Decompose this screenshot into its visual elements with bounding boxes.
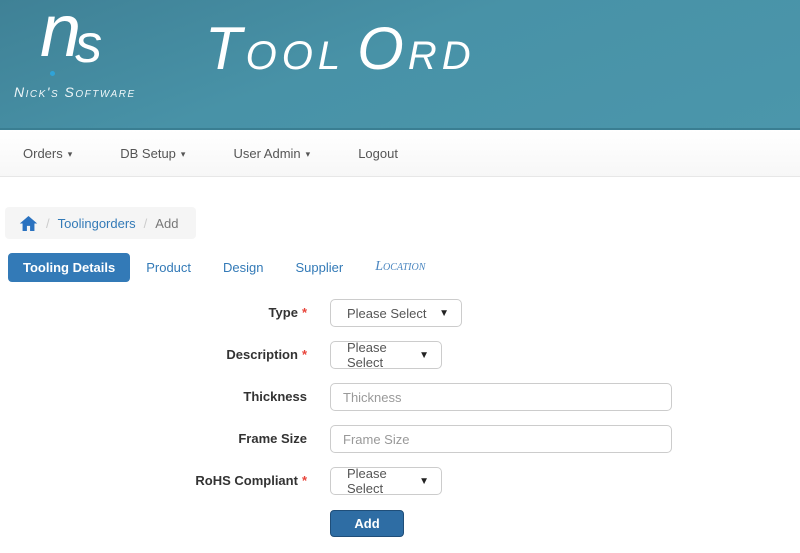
rohs-label-text: RoHS Compliant bbox=[195, 473, 298, 488]
breadcrumb-link-toolingorders[interactable]: Toolingorders bbox=[58, 216, 136, 231]
type-label-text: Type bbox=[268, 305, 298, 320]
breadcrumb-separator: / bbox=[46, 215, 50, 231]
type-select-value: Please Select bbox=[347, 305, 427, 321]
logo-monogram: ns bbox=[40, 0, 108, 74]
logo: ns Nick's Software bbox=[14, 0, 194, 110]
app-title-part: ool bbox=[245, 34, 346, 78]
tab-product[interactable]: Product bbox=[130, 253, 207, 282]
form-row-frame-size: Frame Size bbox=[5, 425, 800, 453]
app-header: ns Nick's Software Tool Ord bbox=[0, 0, 800, 130]
required-marker: * bbox=[301, 305, 307, 320]
frame-size-label-text: Frame Size bbox=[238, 431, 307, 446]
description-select[interactable]: Please Select ▼ bbox=[330, 340, 442, 370]
thickness-input[interactable] bbox=[330, 383, 672, 411]
nav-item-label: User Admin bbox=[233, 145, 301, 161]
caret-down-icon: ▾ bbox=[67, 148, 73, 159]
form-row-type: Type * Please Select ▼ bbox=[5, 299, 800, 327]
main-nav: Orders ▾ DB Setup ▾ User Admin ▾ Logout bbox=[0, 130, 800, 177]
thickness-label: Thickness bbox=[5, 383, 307, 411]
rohs-label: RoHS Compliant * bbox=[5, 467, 307, 495]
breadcrumb-home-link[interactable] bbox=[19, 214, 38, 233]
select-arrow-icon: ▼ bbox=[419, 475, 429, 487]
required-marker: * bbox=[301, 347, 307, 362]
caret-down-icon: ▾ bbox=[180, 148, 186, 159]
tab-tooling-details[interactable]: Tooling Details bbox=[8, 252, 131, 282]
tab-bar: Tooling Details Product Design Supplier … bbox=[8, 252, 800, 282]
tab-location[interactable]: Location bbox=[359, 252, 441, 282]
nav-item-orders[interactable]: Orders ▾ bbox=[10, 132, 85, 175]
home-icon bbox=[19, 215, 38, 231]
required-marker: * bbox=[301, 473, 307, 488]
app-title-part: O bbox=[357, 15, 408, 82]
nav-item-user-admin[interactable]: User Admin ▾ bbox=[220, 132, 323, 175]
form-row-rohs: RoHS Compliant * Please Select ▼ bbox=[5, 466, 800, 496]
nav-item-label: DB Setup bbox=[120, 145, 176, 161]
caret-down-icon: ▾ bbox=[305, 148, 311, 159]
app-title-part: T bbox=[205, 15, 246, 82]
rohs-select[interactable]: Please Select ▼ bbox=[330, 466, 442, 496]
breadcrumb: / Toolingorders / Add bbox=[5, 207, 197, 239]
form-row-thickness: Thickness bbox=[5, 383, 800, 411]
rohs-select-value: Please Select bbox=[347, 466, 387, 496]
logo-dot bbox=[50, 71, 55, 76]
select-arrow-icon: ▼ bbox=[419, 349, 429, 361]
app-title-part: rd bbox=[407, 34, 476, 78]
breadcrumb-separator: / bbox=[143, 215, 148, 231]
thickness-label-text: Thickness bbox=[243, 389, 307, 404]
breadcrumb-current: Add bbox=[155, 215, 179, 231]
nav-item-db-setup[interactable]: DB Setup ▾ bbox=[107, 132, 198, 175]
tab-supplier[interactable]: Supplier bbox=[280, 253, 360, 282]
add-button[interactable]: Add bbox=[330, 510, 404, 537]
description-select-value: Please Select bbox=[347, 340, 387, 370]
app-title: Tool Ord bbox=[205, 14, 476, 83]
frame-size-label: Frame Size bbox=[5, 425, 307, 453]
description-label: Description * bbox=[5, 341, 307, 369]
main-content: / Toolingorders / Add Tooling Details Pr… bbox=[0, 177, 800, 537]
nav-item-logout[interactable]: Logout bbox=[345, 132, 411, 175]
type-label: Type * bbox=[5, 299, 307, 327]
select-arrow-icon: ▼ bbox=[439, 307, 449, 319]
tooling-form: Type * Please Select ▼ Description * Pleas… bbox=[5, 299, 800, 537]
logo-letter-s: s bbox=[75, 14, 103, 74]
type-select[interactable]: Please Select ▼ bbox=[330, 299, 462, 327]
description-label-text: Description bbox=[226, 347, 298, 362]
form-row-description: Description * Please Select ▼ bbox=[5, 340, 800, 370]
frame-size-input[interactable] bbox=[330, 425, 672, 453]
submit-row: Add bbox=[5, 510, 800, 537]
logo-subtitle: Nick's Software bbox=[14, 84, 136, 100]
nav-item-label: Orders bbox=[23, 145, 63, 161]
nav-item-label: Logout bbox=[358, 145, 398, 161]
tab-design[interactable]: Design bbox=[207, 253, 279, 282]
